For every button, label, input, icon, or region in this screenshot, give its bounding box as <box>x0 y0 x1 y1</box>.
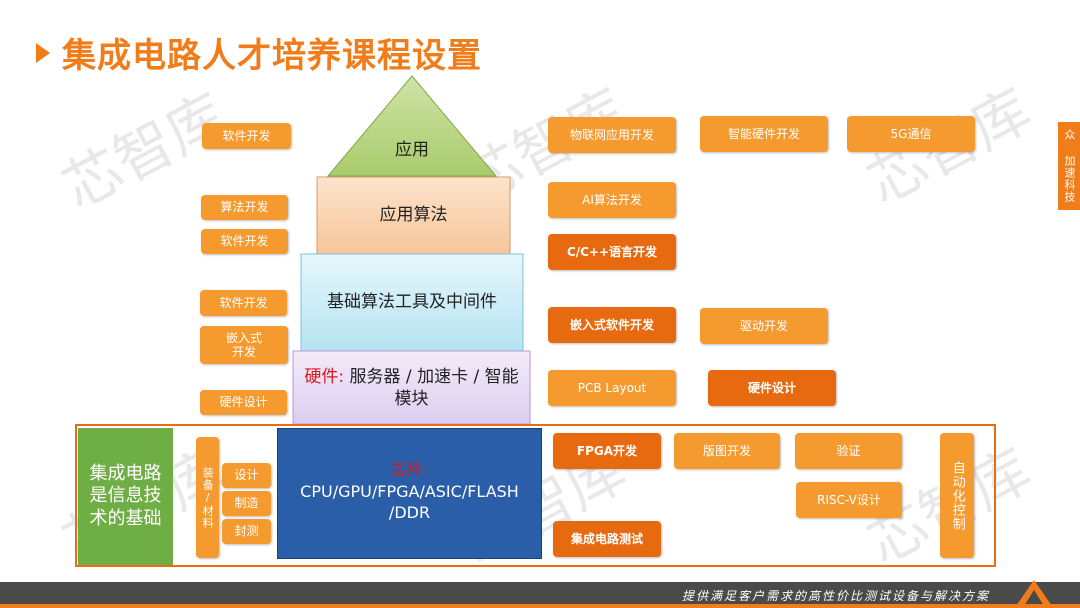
skill-algorithm-dev[interactable]: 算法开发 <box>201 195 288 220</box>
skill-hardware-design-right[interactable]: 硬件设计 <box>708 370 836 406</box>
footer-slogan: 提供满足客户需求的高性价比测试设备与解决方案 <box>681 589 990 603</box>
skill-smart-hardware-dev[interactable]: 智能硬件开发 <box>700 116 828 152</box>
pyramid-level-2-label: 应用算法 <box>379 205 448 226</box>
skill-verification[interactable]: 验证 <box>795 433 902 469</box>
skill-driver-dev[interactable]: 驱动开发 <box>700 308 828 344</box>
pyramid-apex-label: 应用 <box>395 139 429 160</box>
pyramid-level-3-label: 基础算法工具及中间件 <box>327 292 497 313</box>
skill-riscv-design[interactable]: RISC-V设计 <box>796 482 902 518</box>
chip-prefix: 芯片: <box>390 460 429 479</box>
skill-automation-control[interactable]: 自动化控制 <box>940 433 974 558</box>
chip-text: CPU/GPU/FPGA/ASIC/FLASH /DDR <box>300 481 519 523</box>
skill-equipment-materials[interactable]: 装备/材料 <box>196 437 219 558</box>
skill-pcb-layout[interactable]: PCB Layout <box>548 370 676 406</box>
skill-ai-algorithm-dev[interactable]: AI算法开发 <box>548 182 676 218</box>
foundation-label: 集成电路 是信息技 术的基础 <box>78 428 173 565</box>
skill-design[interactable]: 设计 <box>222 463 271 488</box>
skill-ic-testing[interactable]: 集成电路测试 <box>553 521 661 557</box>
skill-hardware-design-left[interactable]: 硬件设计 <box>200 390 287 415</box>
skill-embedded-dev[interactable]: 嵌入式 开发 <box>200 326 288 364</box>
footer-accent-line <box>0 604 1080 608</box>
hardware-text: 服务器 / 加速卡 / 智能模块 <box>349 366 519 409</box>
skill-software-dev-top[interactable]: 软件开发 <box>202 123 291 149</box>
chip-layer: 芯片: CPU/GPU/FPGA/ASIC/FLASH /DDR <box>277 428 542 559</box>
skill-fpga-dev[interactable]: FPGA开发 <box>553 433 661 469</box>
skill-embedded-software-dev[interactable]: 嵌入式软件开发 <box>548 307 676 343</box>
hardware-prefix: 硬件: <box>304 366 345 387</box>
skill-cpp-dev[interactable]: C/C++语言开发 <box>548 234 676 270</box>
skill-layout-dev[interactable]: 版图开发 <box>674 433 780 469</box>
skill-iot-app-dev[interactable]: 物联网应用开发 <box>548 117 676 153</box>
skill-software-dev-low[interactable]: 软件开发 <box>200 290 287 316</box>
pyramid-level-4-label: 硬件: 服务器 / 加速卡 / 智能模块 <box>296 355 527 421</box>
skill-5g-comm[interactable]: 5G通信 <box>847 116 975 152</box>
skill-packaging-test[interactable]: 封测 <box>222 519 271 544</box>
skill-software-dev-mid[interactable]: 软件开发 <box>201 229 288 254</box>
skill-manufacturing[interactable]: 制造 <box>222 491 271 516</box>
